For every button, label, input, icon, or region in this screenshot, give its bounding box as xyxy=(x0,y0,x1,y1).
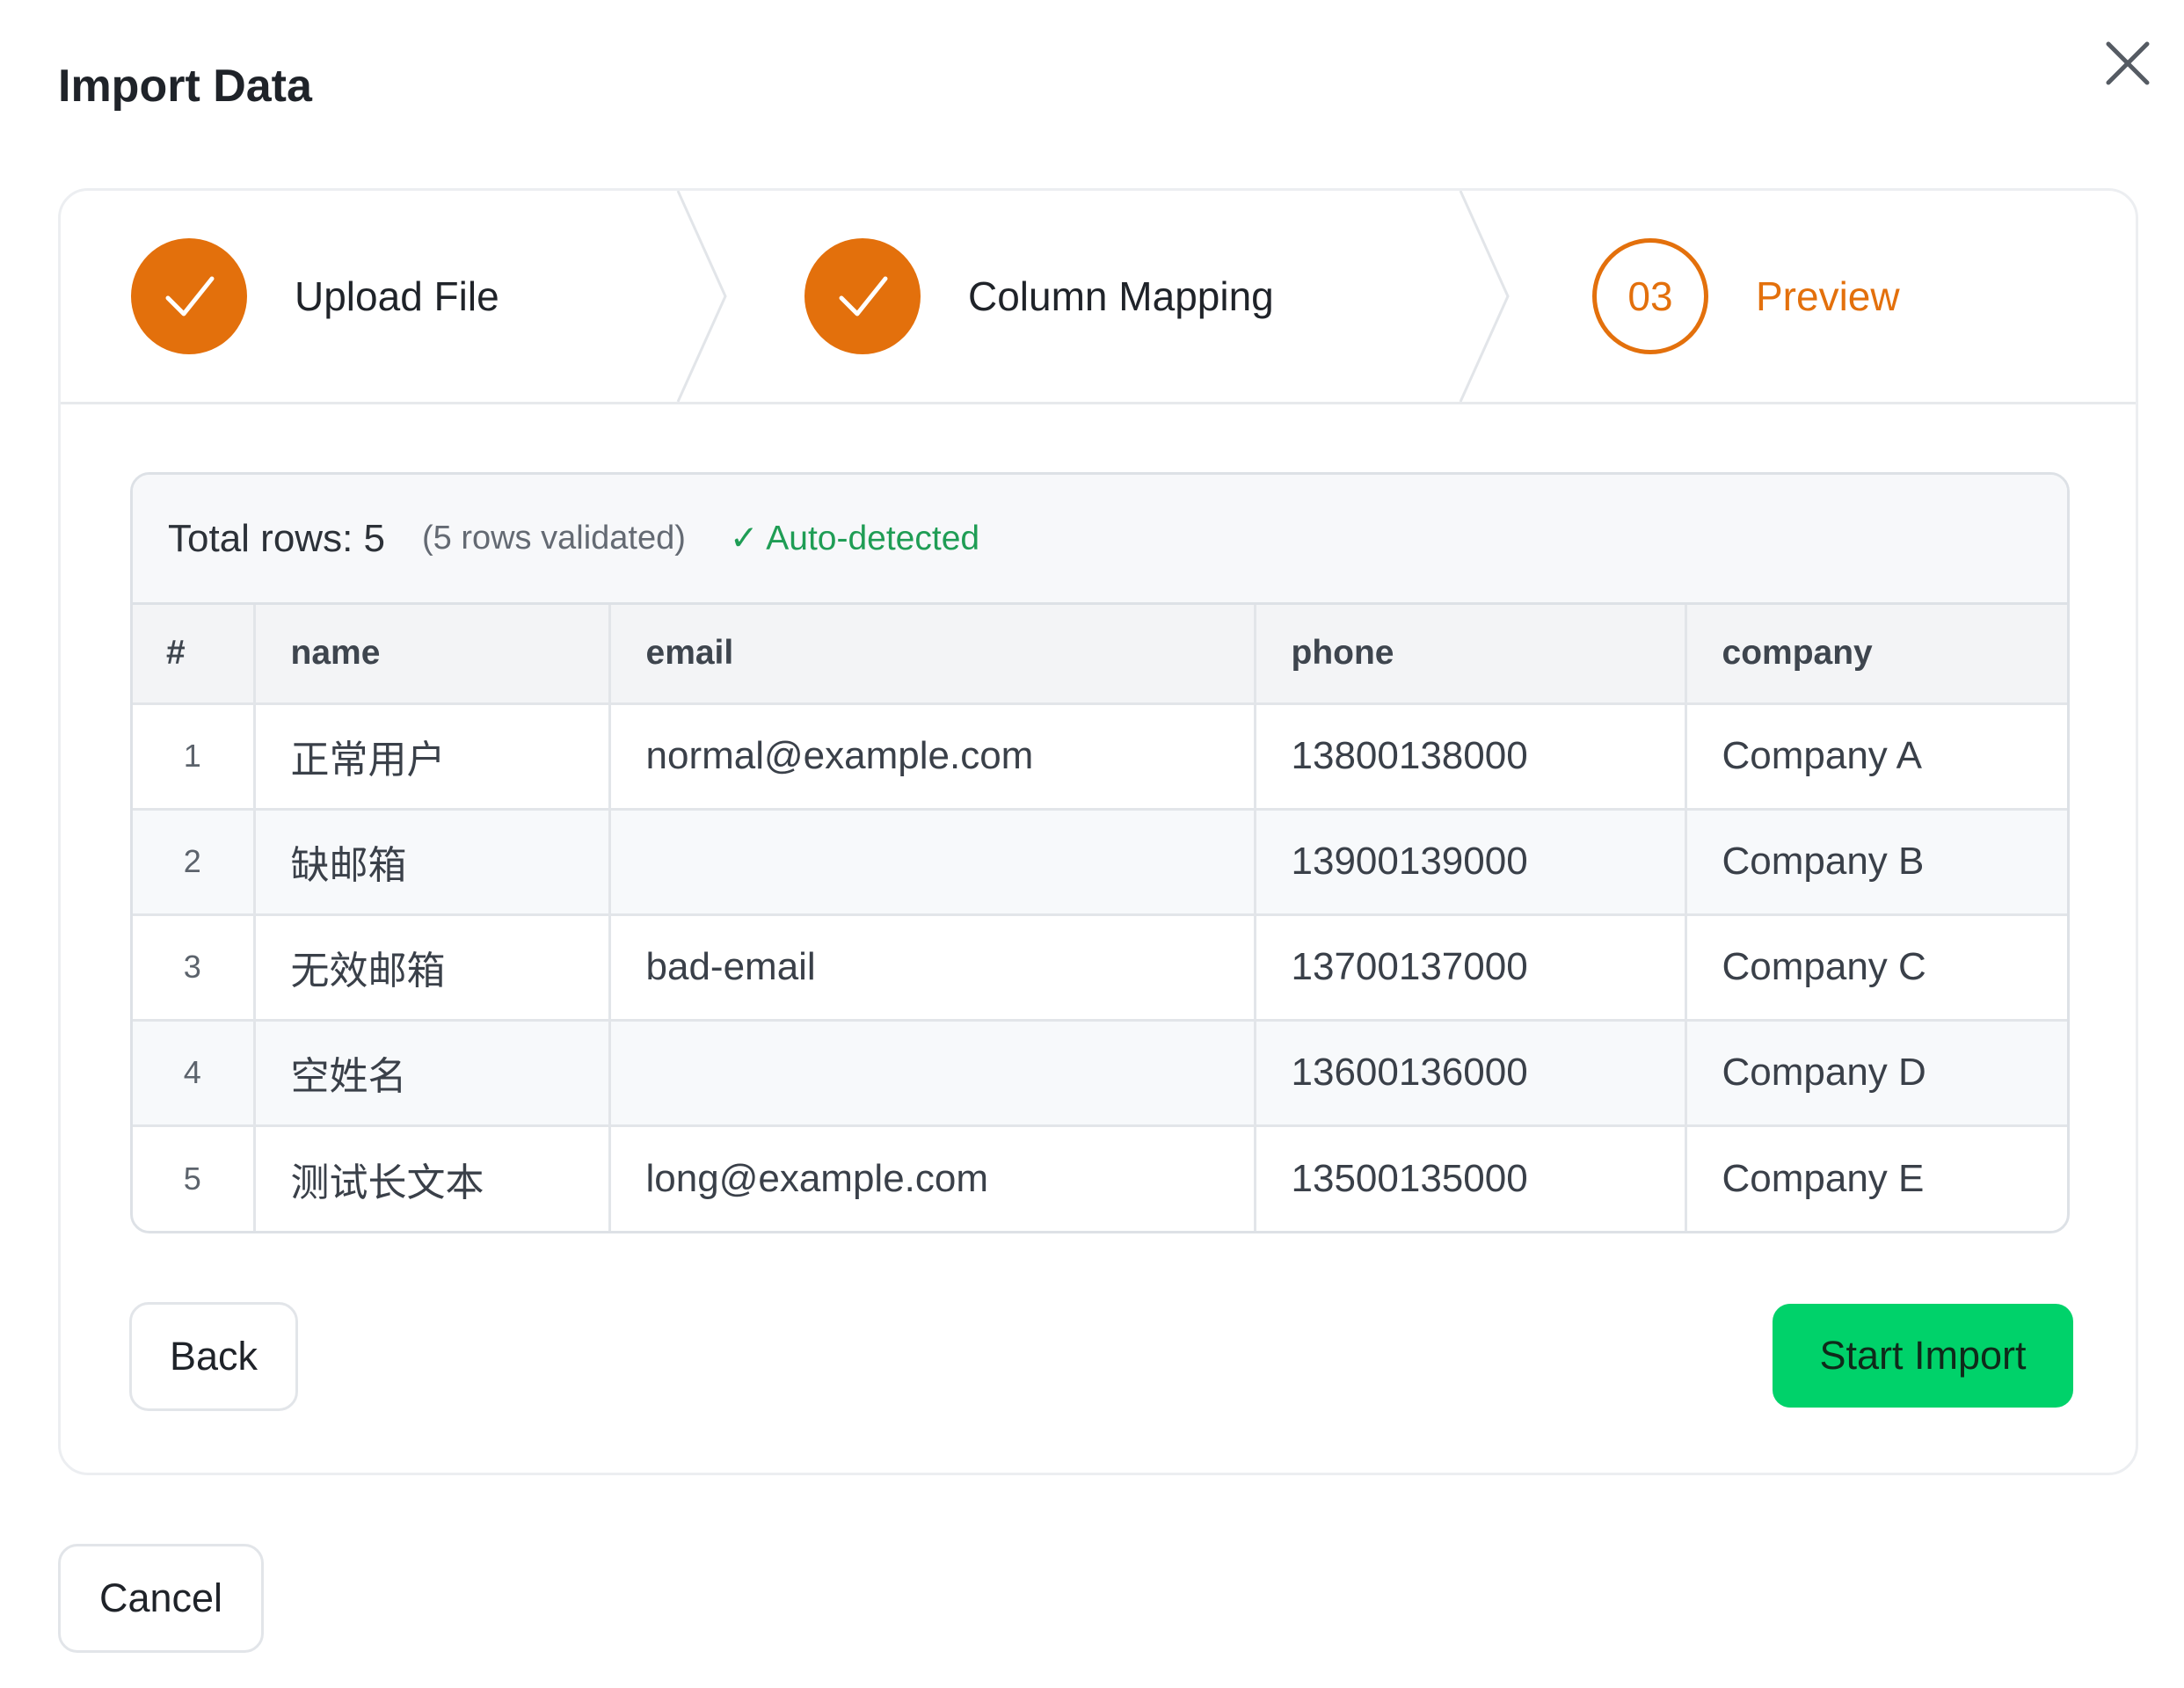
cell-row-number: 3 xyxy=(133,914,256,1022)
table-row: 3 无效邮箱 bad-email 13700137000 Company C xyxy=(133,914,2067,1022)
cell-email: long@example.com xyxy=(609,1125,1256,1231)
import-dialog: Import Data Upload File Column Mapping 0… xyxy=(0,0,2184,1688)
cell-row-number: 1 xyxy=(133,703,256,811)
cell-email: normal@example.com xyxy=(609,703,1256,811)
cell-phone: 13800138000 xyxy=(1255,703,1687,811)
check-icon xyxy=(804,238,921,354)
import-card: Upload File Column Mapping 03 Preview To… xyxy=(58,188,2138,1475)
stepper: Upload File Column Mapping 03 Preview xyxy=(61,191,2136,404)
column-header: # xyxy=(133,605,256,705)
preview-table-panel: Total rows: 5 (5 rows validated) ✓ Auto-… xyxy=(130,472,2070,1233)
step-preview[interactable]: 03 Preview xyxy=(1592,236,1900,356)
cell-name: 无效邮箱 xyxy=(254,914,611,1022)
cell-phone: 13500135000 xyxy=(1255,1125,1687,1231)
cell-phone: 13600136000 xyxy=(1255,1020,1687,1127)
cell-email xyxy=(609,809,1256,916)
step-number: 03 xyxy=(1592,238,1708,354)
cell-email: bad-email xyxy=(609,914,1256,1022)
cell-row-number: 5 xyxy=(133,1125,256,1231)
step-column-mapping[interactable]: Column Mapping xyxy=(804,236,1274,356)
close-icon[interactable] xyxy=(2100,35,2156,91)
cell-name: 测试长文本 xyxy=(254,1125,611,1231)
step-label: Upload File xyxy=(295,273,499,319)
table-row: 5 测试长文本 long@example.com 13500135000 Com… xyxy=(133,1125,2067,1231)
start-import-button[interactable]: Start Import xyxy=(1773,1304,2073,1408)
cell-company: Company C xyxy=(1685,914,2067,1022)
check-icon xyxy=(131,238,247,354)
total-rows: Total rows: 5 xyxy=(168,516,385,560)
validated-count: (5 rows validated) xyxy=(421,520,686,557)
cell-row-number: 4 xyxy=(133,1020,256,1127)
preview-table: # name email phone company 1 正常用户 normal… xyxy=(133,605,2067,1231)
auto-detected-badge: ✓ Auto-detected xyxy=(729,520,980,557)
cell-company: Company D xyxy=(1685,1020,2067,1127)
column-header: company xyxy=(1685,605,2067,705)
column-header: name xyxy=(254,605,611,705)
step-separator xyxy=(676,191,727,402)
dialog-title: Import Data xyxy=(58,61,312,112)
back-button[interactable]: Back xyxy=(129,1302,298,1411)
cell-phone: 13700137000 xyxy=(1255,914,1687,1022)
cancel-button[interactable]: Cancel xyxy=(58,1544,264,1653)
cell-company: Company B xyxy=(1685,809,2067,916)
table-row: 4 空姓名 13600136000 Company D xyxy=(133,1020,2067,1127)
cell-email xyxy=(609,1020,1256,1127)
table-header-row: # name email phone company xyxy=(133,605,2067,705)
cell-name: 空姓名 xyxy=(254,1020,611,1127)
step-label: Preview xyxy=(1756,273,1900,319)
step-upload-file[interactable]: Upload File xyxy=(131,236,499,356)
cell-phone: 13900139000 xyxy=(1255,809,1687,916)
cell-row-number: 2 xyxy=(133,809,256,916)
preview-summary: Total rows: 5 (5 rows validated) ✓ Auto-… xyxy=(133,475,2067,605)
step-separator xyxy=(1459,191,1510,402)
cell-name: 缺邮箱 xyxy=(254,809,611,916)
table-row: 2 缺邮箱 13900139000 Company B xyxy=(133,809,2067,916)
cell-company: Company E xyxy=(1722,1156,1925,1200)
column-header: phone xyxy=(1255,605,1687,705)
cell-name: 正常用户 xyxy=(254,703,611,811)
cell-company: Company A xyxy=(1685,703,2067,811)
step-label: Column Mapping xyxy=(968,273,1274,319)
column-header: email xyxy=(609,605,1256,705)
table-row: 1 正常用户 normal@example.com 13800138000 Co… xyxy=(133,703,2067,811)
